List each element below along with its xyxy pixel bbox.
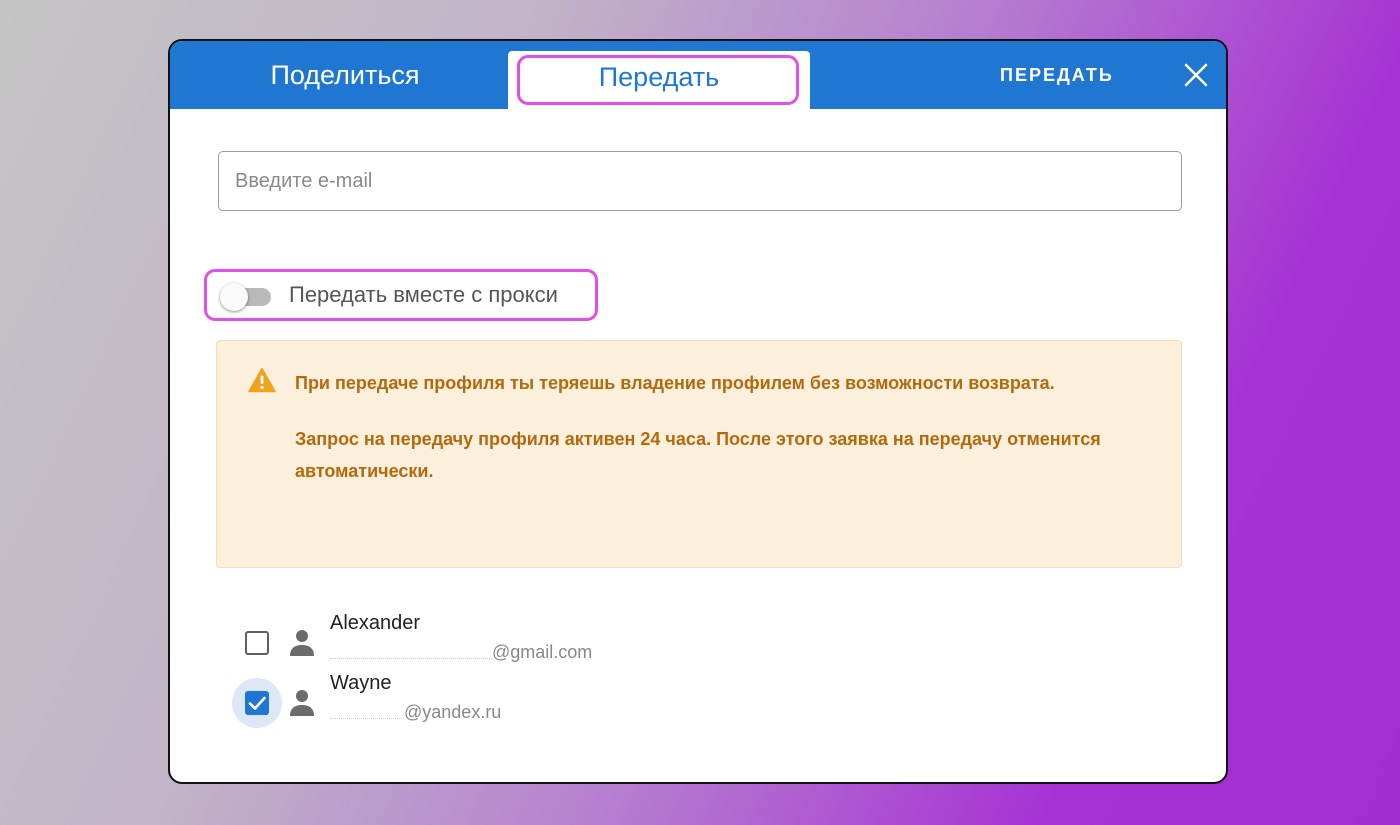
email-input[interactable] (218, 151, 1182, 211)
checkbox-box (245, 691, 269, 715)
redacted-part (330, 716, 404, 719)
transfer-dialog: Поделиться Передать ПЕРЕДАТЬ Передать вм… (168, 39, 1228, 784)
tab-transfer[interactable]: Передать (508, 51, 810, 109)
proxy-toggle-label[interactable]: Передать вместе с прокси (289, 272, 558, 318)
person-icon (290, 690, 314, 716)
checkbox-box (245, 631, 269, 655)
warning-text: При передаче профиля ты теряешь владение… (295, 367, 1115, 511)
toggle-knob (220, 283, 248, 311)
user-email-domain: @gmail.com (492, 642, 593, 662)
redacted-part (330, 656, 492, 659)
user-name: Alexander (330, 612, 421, 634)
proxy-toggle[interactable] (217, 283, 277, 311)
close-icon (1184, 63, 1208, 87)
user-checkbox[interactable] (232, 678, 282, 728)
warning-icon (248, 367, 276, 393)
dialog-header: Поделиться Передать ПЕРЕДАТЬ (170, 41, 1226, 109)
proxy-toggle-row: Передать вместе с прокси (204, 269, 598, 321)
warning-paragraph: Запрос на передачу профиля активен 24 ча… (295, 429, 1101, 481)
user-name: Wayne (330, 672, 392, 694)
transfer-action-button[interactable]: ПЕРЕДАТЬ (1000, 41, 1114, 109)
tab-transfer-label: Передать (598, 61, 720, 92)
user-email: @yandex.ru (330, 702, 501, 723)
checkmark-icon (248, 696, 266, 710)
user-list-item: Alexander @gmail.com (232, 612, 732, 668)
user-checkbox[interactable] (232, 618, 282, 668)
warning-paragraph: При передаче профиля ты теряешь владение… (295, 373, 1055, 393)
person-icon (290, 630, 314, 656)
close-button[interactable] (1180, 59, 1212, 91)
user-email: @gmail.com (330, 642, 592, 663)
tab-share-label: Поделиться (270, 59, 420, 90)
user-list-item: Wayne @yandex.ru (232, 672, 732, 728)
tab-share[interactable]: Поделиться (200, 41, 490, 109)
warning-box: При передаче профиля ты теряешь владение… (216, 340, 1182, 568)
user-email-domain: @yandex.ru (404, 702, 502, 722)
